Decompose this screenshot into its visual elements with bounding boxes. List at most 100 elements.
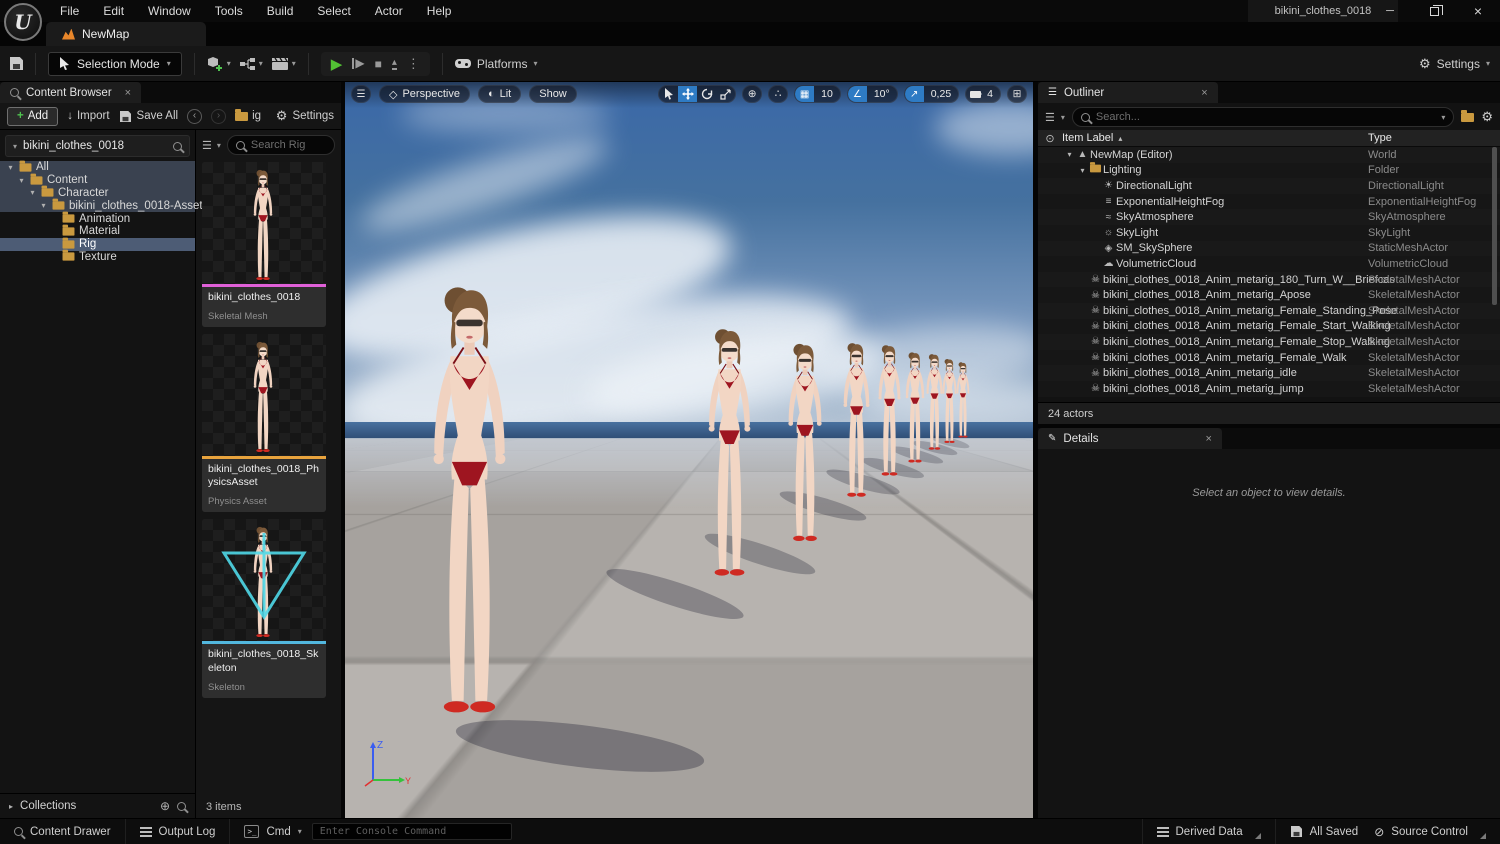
- outliner-tab[interactable]: ☰ Outliner ×: [1038, 82, 1218, 103]
- outliner-row-anim-stopwalk[interactable]: ☠ bikini_clothes_0018_Anim_metarig_Female…: [1038, 334, 1500, 350]
- tree-item-material[interactable]: Material: [0, 224, 195, 238]
- unreal-logo-icon[interactable]: U: [4, 3, 42, 41]
- asset-tile-skeletal-mesh[interactable]: bikini_clothes_0018 Skeletal Mesh: [202, 162, 326, 328]
- back-button[interactable]: ‹: [187, 108, 203, 124]
- cb-settings-button[interactable]: ⚙ Settings: [276, 108, 334, 124]
- surface-snap-button[interactable]: ∴: [768, 85, 789, 103]
- item-label-column[interactable]: Item Label: [1062, 132, 1113, 144]
- play-button[interactable]: ▶: [331, 55, 343, 73]
- outliner-row-directionallight[interactable]: ☀ DirectionalLight DirectionalLight: [1038, 178, 1500, 194]
- tree-item-assets[interactable]: ▾ bikini_clothes_0018-Assets: [0, 198, 208, 213]
- stop-button[interactable]: ■: [375, 57, 382, 71]
- outliner-row-newmap[interactable]: ▾ ▲ NewMap (Editor) World: [1038, 147, 1500, 163]
- tree-item-character[interactable]: ▾ Character: [0, 186, 195, 200]
- outliner-row-anim-apose[interactable]: ☠ bikini_clothes_0018_Anim_metarig_Apose S…: [1038, 287, 1500, 303]
- outliner-row-skysphere[interactable]: ◈ SM_SkySphere StaticMeshActor: [1038, 240, 1500, 257]
- perspective-dropdown[interactable]: ◇ Perspective: [379, 85, 470, 103]
- blueprints-button[interactable]: ▾: [239, 57, 263, 71]
- menu-window[interactable]: Window: [136, 1, 203, 21]
- forward-button[interactable]: ›: [211, 108, 227, 124]
- outliner-row-anim-walk[interactable]: ☠ bikini_clothes_0018_Anim_metarig_Female…: [1038, 349, 1500, 366]
- outliner-settings-icon[interactable]: ⚙: [1481, 109, 1493, 125]
- tree-item-rig[interactable]: Rig: [0, 237, 195, 251]
- collections-bar[interactable]: ▸ Collections ⊕: [0, 793, 195, 818]
- outliner-row-anim-jump[interactable]: ☠ bikini_clothes_0018_Anim_metarig_jump Sk…: [1038, 380, 1500, 397]
- tree-item-all[interactable]: ▾ All: [0, 160, 195, 174]
- type-column[interactable]: Type: [1368, 132, 1392, 144]
- asset-tile-skeleton[interactable]: bikini_clothes_0018_Skeleton Skeleton: [202, 519, 326, 698]
- outliner-row-anim-idle[interactable]: ☠ bikini_clothes_0018_Anim_metarig_idle Sk…: [1038, 365, 1500, 381]
- add-actor-button[interactable]: ▾: [207, 56, 231, 72]
- scale-snap-control[interactable]: ↗ 0,25: [903, 85, 960, 103]
- save-icon[interactable]: [10, 57, 23, 70]
- menu-edit[interactable]: Edit: [91, 1, 136, 21]
- selection-mode-dropdown[interactable]: Selection Mode ▾: [48, 51, 182, 76]
- menu-actor[interactable]: Actor: [363, 1, 415, 21]
- viewport-options-button[interactable]: ☰: [351, 85, 371, 103]
- visibility-column-icon[interactable]: ⊙: [1038, 132, 1062, 145]
- close-tab-icon[interactable]: ×: [125, 87, 131, 99]
- show-dropdown[interactable]: Show: [529, 85, 577, 103]
- derived-data-button[interactable]: Derived Data: [1143, 819, 1275, 844]
- close-tab-icon[interactable]: ×: [1201, 87, 1207, 99]
- scale-tool-button[interactable]: [716, 86, 735, 102]
- character-models[interactable]: [345, 82, 1033, 818]
- outliner-row-volumetriccloud[interactable]: ☁ VolumetricCloud VolumetricCloud: [1038, 256, 1500, 272]
- world-local-toggle[interactable]: ⊕: [742, 85, 763, 103]
- search-icon[interactable]: [173, 141, 182, 151]
- camera-speed-control[interactable]: 4: [965, 85, 1001, 103]
- menu-help[interactable]: Help: [415, 1, 464, 21]
- content-drawer-button[interactable]: Content Drawer: [0, 819, 125, 844]
- viewport[interactable]: ☰ ◇ Perspective ◐ Lit Show ⊕ ∴ ▦ 10 ∠ 10…: [345, 82, 1033, 818]
- outliner-search-input[interactable]: [1095, 111, 1436, 123]
- close-tab-icon[interactable]: ×: [1206, 433, 1212, 445]
- grid-snap-control[interactable]: ▦ 10: [794, 85, 841, 103]
- eject-button[interactable]: ▴: [391, 57, 397, 70]
- cmd-dropdown[interactable]: >_ Cmd ▾: [230, 819, 305, 844]
- play-options-button[interactable]: ⋮: [407, 56, 420, 72]
- restore-button[interactable]: [1412, 0, 1456, 22]
- new-folder-icon[interactable]: [1461, 109, 1475, 122]
- menu-file[interactable]: File: [48, 1, 91, 21]
- all-saved-button[interactable]: All Saved: [1276, 819, 1373, 844]
- outliner-row-anim-standing[interactable]: ☠ bikini_clothes_0018_Anim_metarig_Female…: [1038, 302, 1500, 319]
- source-dropdown[interactable]: ▾ bikini_clothes_0018: [5, 135, 190, 157]
- console-command-input[interactable]: [319, 826, 504, 837]
- outliner-row-skyatmosphere[interactable]: ≈ SkyAtmosphere SkyAtmosphere: [1038, 209, 1500, 225]
- outliner-row-anim-180turn[interactable]: ☠ bikini_clothes_0018_Anim_metarig_180_Tu…: [1038, 271, 1500, 288]
- rotate-tool-button[interactable]: [697, 86, 716, 102]
- minimize-button[interactable]: ─: [1368, 0, 1412, 22]
- path-breadcrumb[interactable]: ig: [235, 108, 261, 122]
- add-button[interactable]: + Add: [7, 106, 59, 126]
- select-tool-button[interactable]: [659, 86, 678, 102]
- outliner-row-heightfog[interactable]: ≡ ExponentialHeightFog ExponentialHeightFo…: [1038, 193, 1500, 210]
- maximize-viewport-button[interactable]: ⊞: [1007, 85, 1027, 103]
- platforms-dropdown[interactable]: Platforms ▾: [454, 57, 538, 71]
- search-collections-icon[interactable]: [177, 801, 186, 811]
- move-tool-button[interactable]: [678, 86, 698, 102]
- outliner-row-anim-startwalk[interactable]: ☠ bikini_clothes_0018_Anim_metarig_Female…: [1038, 318, 1500, 335]
- rotation-snap-control[interactable]: ∠ 10°: [846, 85, 898, 103]
- menu-tools[interactable]: Tools: [203, 1, 255, 21]
- console-command-box[interactable]: [311, 823, 512, 840]
- content-browser-tab[interactable]: Content Browser ×: [0, 82, 142, 103]
- add-collection-icon[interactable]: ⊕: [160, 799, 170, 813]
- frame-skip-button[interactable]: ▶: [352, 57, 365, 69]
- lit-dropdown[interactable]: ◐ Lit: [477, 85, 522, 103]
- asset-search[interactable]: [226, 135, 335, 155]
- source-control-button[interactable]: ⊘ Source Control: [1372, 819, 1500, 844]
- outliner-scrollbar[interactable]: [1492, 147, 1497, 305]
- asset-tile-physics-asset[interactable]: bikini_clothes_0018_PhysicsAsset Physics…: [202, 334, 326, 513]
- output-log-button[interactable]: Output Log: [126, 819, 230, 844]
- outliner-row-lighting[interactable]: ▾ Lighting Folder: [1038, 162, 1500, 179]
- cinematics-button[interactable]: ▾: [271, 57, 296, 71]
- menu-build[interactable]: Build: [255, 1, 306, 21]
- tree-item-animation[interactable]: Animation: [0, 211, 195, 225]
- outliner-row-skylight[interactable]: ☼ SkyLight SkyLight: [1038, 224, 1500, 241]
- save-all-button[interactable]: Save All: [119, 110, 178, 123]
- settings-dropdown[interactable]: ⚙ Settings ▾: [1419, 56, 1490, 72]
- tree-item-content[interactable]: ▾ Content: [0, 173, 195, 187]
- asset-search-input[interactable]: [250, 139, 326, 151]
- outliner-search[interactable]: ▾: [1071, 107, 1455, 127]
- tab-newmap[interactable]: NewMap: [46, 22, 206, 46]
